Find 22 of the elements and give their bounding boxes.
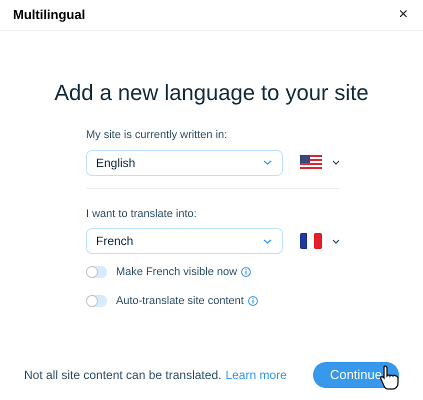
flag-dropdown[interactable] [300,233,340,249]
footer-note: Not all site content can be translated. [24,367,222,384]
flag-dropdown[interactable] [300,154,340,170]
info-icon[interactable] [248,296,258,306]
close-button[interactable]: × [398,7,408,23]
window-title: Multilingual [13,6,86,24]
info-icon[interactable] [241,267,252,278]
heading: Add a new language to your site [54,79,369,107]
chevron-down-icon [332,238,340,244]
chevron-down-icon [263,160,272,165]
toggle-switch[interactable] [86,266,107,278]
toggle-switch[interactable] [86,294,107,307]
france-flag-icon [300,233,322,249]
toggle-label: Auto-translate site content [116,294,244,308]
field-label: I want to translate into: [86,206,198,222]
chevron-down-icon [263,238,272,244]
language-dropdown[interactable]: English [86,150,283,176]
chevron-down-icon [332,160,340,165]
language-dropdown[interactable]: French [86,228,283,254]
us-flag-icon [300,154,322,170]
field-label: My site is currently written in: [86,128,228,143]
toggle-label: Make French visible now [116,265,238,280]
